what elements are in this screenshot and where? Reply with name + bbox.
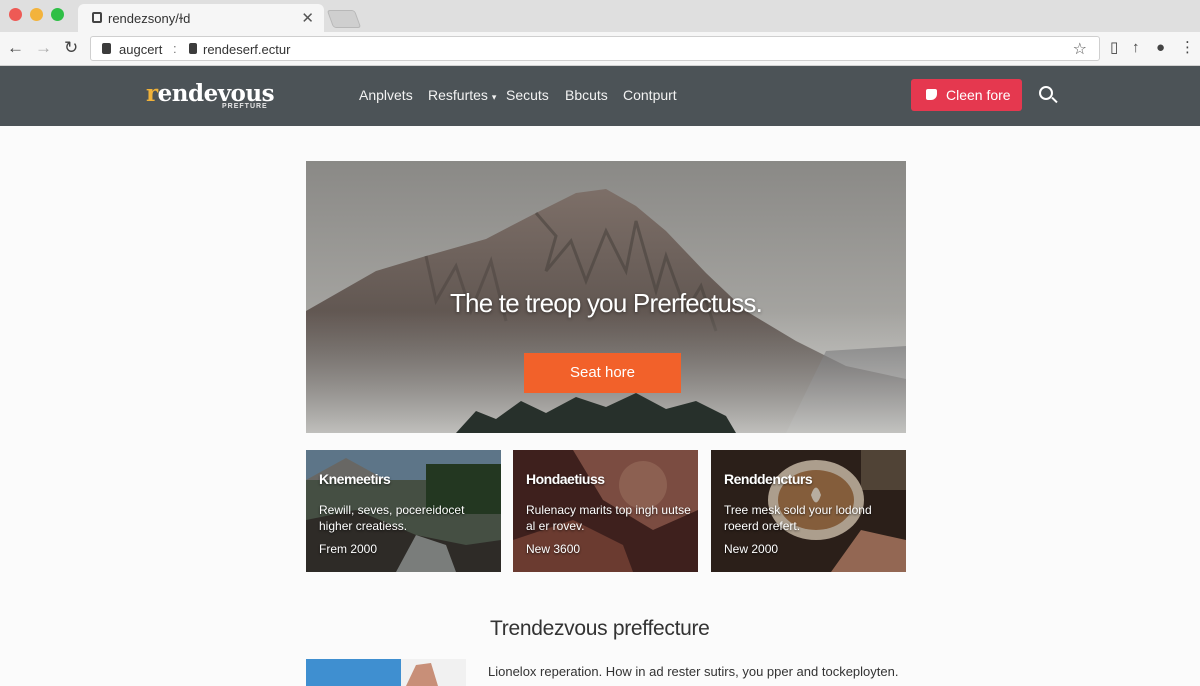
feature-card-2[interactable]: Hondaetiuss Rulenacy marits top ingh uut… xyxy=(513,450,708,572)
close-window-button[interactable] xyxy=(9,8,22,21)
card-description: Tree mesk sold your lodond roeerd orefer… xyxy=(724,503,872,533)
card-meta: Frem 2000 xyxy=(319,542,378,556)
feature-card-1[interactable]: Knemeetirs Rewill, seves, pocereidocet h… xyxy=(306,450,501,572)
nav-item-5[interactable]: Contpurt xyxy=(623,87,677,103)
card-meta: New 2000 xyxy=(724,542,779,556)
card-description: Rewill, seves, pocereidocet higher creat… xyxy=(319,503,465,533)
clipboard-icon[interactable]: ▯ xyxy=(1110,39,1118,57)
search-icon[interactable] xyxy=(1039,86,1053,100)
card-title: Knemeetirs xyxy=(319,471,391,487)
card-title: Renddencturs xyxy=(724,471,813,487)
hero-banner: The te treop you Prerfectuss. Seat hore xyxy=(306,161,906,433)
forward-icon[interactable]: → xyxy=(35,38,52,58)
nav-item-4[interactable]: Bbcuts xyxy=(565,87,608,103)
feature-card-3[interactable]: Renddencturs Tree mesk sold your lodond … xyxy=(711,450,906,572)
browser-toolbar: ← → ↻ augcert : rendeserf.ectur ☆ ▯ ↑ ● … xyxy=(0,32,1200,66)
address-url: rendeserf.ectur xyxy=(203,42,291,57)
site-info-icon[interactable] xyxy=(189,43,197,54)
browser-tab[interactable]: rendezsony/ɫd ✕ xyxy=(78,4,324,32)
logo-tagline: PREFTURE xyxy=(222,103,268,110)
section-image xyxy=(306,659,466,686)
lock-icon xyxy=(102,43,111,54)
card-meta: New 3600 xyxy=(526,542,581,556)
header-cta-label: Cleen fore xyxy=(946,87,1011,103)
card-title: Hondaetiuss xyxy=(526,471,605,487)
browser-tab-bar: rendezsony/ɫd ✕ xyxy=(0,0,1200,32)
reload-icon[interactable]: ↻ xyxy=(64,38,78,58)
section-text: Lionelox reperation. How in ad rester su… xyxy=(488,664,899,679)
address-separator: : xyxy=(173,41,177,56)
hero-title: The te treop you Prerfectuss. xyxy=(449,288,763,318)
hero-cta-button[interactable]: Seat hore xyxy=(524,353,681,393)
chat-icon xyxy=(926,89,937,100)
secure-label: augcert xyxy=(119,42,163,57)
back-icon[interactable]: ← xyxy=(7,38,24,58)
new-tab-button[interactable] xyxy=(326,10,362,28)
tab-close-icon[interactable]: ✕ xyxy=(301,9,314,27)
nav-item-2[interactable]: Resfurtes ▾ xyxy=(428,87,496,103)
nav-item-1[interactable]: Anplvets xyxy=(359,87,413,103)
section-photo xyxy=(306,659,466,686)
minimize-window-button[interactable] xyxy=(30,8,43,21)
nav-item-2-label: Resfurtes xyxy=(428,87,488,103)
upload-icon[interactable]: ↑ xyxy=(1132,39,1140,57)
maximize-window-button[interactable] xyxy=(51,8,64,21)
favicon-icon xyxy=(92,12,102,23)
bookmark-star-icon[interactable]: ☆ xyxy=(1073,39,1087,59)
logo-initial: r xyxy=(146,80,158,107)
section-title: Trendezvous preffecture xyxy=(490,617,710,640)
site-header: rendevous PREFTURE Anplvets Resfurtes ▾ … xyxy=(0,66,1200,126)
chevron-down-icon: ▾ xyxy=(491,92,497,102)
card-description: Rulenacy marits top ingh uutse al er rov… xyxy=(526,503,691,533)
info-icon[interactable]: ● xyxy=(1156,39,1165,57)
address-bar[interactable]: augcert : rendeserf.ectur ☆ xyxy=(90,36,1100,61)
header-cta-button[interactable]: Cleen fore xyxy=(911,79,1022,111)
menu-icon[interactable]: ⋮ xyxy=(1180,39,1195,57)
tab-title: rendezsony/ɫd xyxy=(108,11,191,26)
nav-item-3[interactable]: Secuts xyxy=(506,87,549,103)
